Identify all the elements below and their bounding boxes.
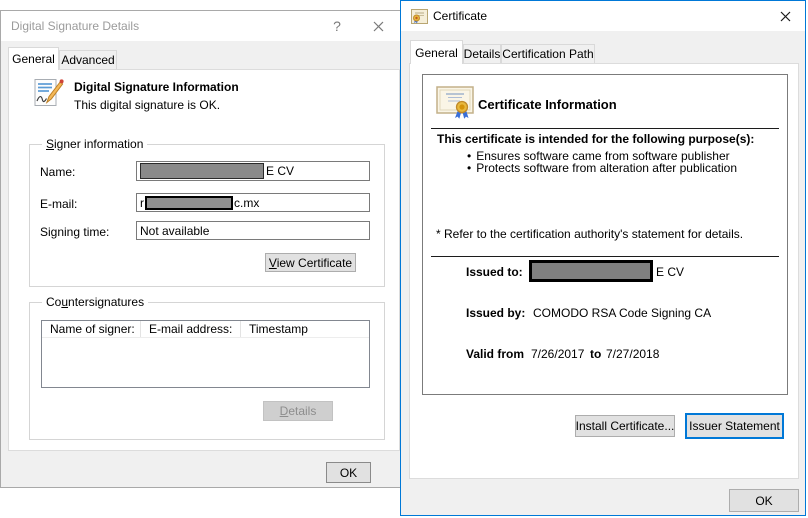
column-email-address[interactable]: E-mail address: xyxy=(141,321,241,337)
right-ok-button[interactable]: OK xyxy=(729,489,799,512)
details-button[interactable]: Details xyxy=(263,401,333,421)
refer-note: * Refer to the certification authority's… xyxy=(436,227,743,241)
certificate-icon-large xyxy=(436,86,474,120)
signer-information-label: Signer information xyxy=(42,137,147,151)
signing-time-field[interactable]: Not available xyxy=(136,221,370,240)
tab-certification-path-label: Certification Path xyxy=(502,47,593,61)
issued-to-redaction xyxy=(529,260,653,282)
countersignatures-group: Countersignatures Name of signer: E-mail… xyxy=(29,302,385,440)
view-certificate-label: View Certificate xyxy=(269,256,352,270)
signature-info-heading: Digital Signature Information xyxy=(74,80,239,94)
issued-by-label: Issued by: xyxy=(466,306,525,320)
right-dialog-title: Certificate xyxy=(433,9,487,23)
left-ok-button[interactable]: OK xyxy=(326,462,371,483)
tab-advanced[interactable]: Advanced xyxy=(59,50,117,70)
email-value-suffix: c.mx xyxy=(234,196,259,210)
tab-advanced-label: Advanced xyxy=(61,53,114,67)
issued-to-suffix: E CV xyxy=(656,265,684,279)
right-ok-label: OK xyxy=(755,494,772,508)
email-value-prefix: r xyxy=(140,196,144,210)
issued-by-value: COMODO RSA Code Signing CA xyxy=(533,306,711,320)
tab-general-label: General xyxy=(415,46,458,60)
digital-signature-details-dialog: Digital Signature Details ? General Adva… xyxy=(0,10,402,488)
name-field[interactable]: E CV xyxy=(136,161,370,181)
purpose-item: • Protects software from alteration after… xyxy=(467,161,737,175)
screen: Digital Signature Details ? General Adva… xyxy=(0,0,808,518)
valid-from-date: 7/26/2017 xyxy=(531,347,584,361)
close-button[interactable] xyxy=(359,11,397,41)
certificate-general-tabpage: Certificate Information This certificate… xyxy=(409,63,799,479)
details-label: Details xyxy=(280,404,317,418)
right-titlebar[interactable]: Certificate xyxy=(401,1,805,31)
close-icon xyxy=(373,21,384,32)
purposes-heading: This certificate is intended for the fol… xyxy=(437,132,754,146)
signing-time-label: Signing time: xyxy=(40,225,109,239)
issued-to-label: Issued to: xyxy=(466,265,523,279)
countersignatures-list[interactable]: Name of signer: E-mail address: Timestam… xyxy=(41,320,370,388)
tab-details-label: Details xyxy=(464,47,501,61)
tab-details[interactable]: Details xyxy=(463,44,501,64)
email-redaction xyxy=(145,196,233,210)
close-button[interactable] xyxy=(767,1,803,31)
separator xyxy=(431,256,779,257)
close-icon xyxy=(780,11,791,22)
name-redaction xyxy=(140,163,264,179)
view-certificate-button[interactable]: View Certificate xyxy=(265,253,356,272)
signature-status-text: This digital signature is OK. xyxy=(74,98,220,112)
valid-from-label: Valid from xyxy=(466,347,524,361)
name-label: Name: xyxy=(40,165,75,179)
valid-to-label: to xyxy=(590,347,601,361)
email-label: E-mail: xyxy=(40,197,77,211)
certificate-icon xyxy=(411,9,428,24)
left-ok-label: OK xyxy=(340,466,357,480)
tab-certification-path[interactable]: Certification Path xyxy=(501,44,595,64)
column-name-of-signer[interactable]: Name of signer: xyxy=(42,321,141,337)
digital-signature-tabpage: Digital Signature Information This digit… xyxy=(8,69,400,451)
signing-time-value: Not available xyxy=(140,224,209,238)
issuer-statement-button[interactable]: Issuer Statement xyxy=(685,413,784,439)
install-certificate-button[interactable]: Install Certificate... xyxy=(575,415,675,437)
left-dialog-title: Digital Signature Details xyxy=(11,19,139,33)
tab-general-label: General xyxy=(12,52,55,66)
valid-to-date: 7/27/2018 xyxy=(606,347,659,361)
purpose-text: Protects software from alteration after … xyxy=(476,161,737,175)
tab-general[interactable]: General xyxy=(8,47,59,70)
email-field[interactable]: r c.mx xyxy=(136,193,370,212)
tab-general[interactable]: General xyxy=(410,40,463,64)
issuer-statement-label: Issuer Statement xyxy=(689,419,780,433)
certificate-information-heading: Certificate Information xyxy=(478,97,617,112)
bullet-icon: • xyxy=(467,161,471,175)
name-value-suffix: E CV xyxy=(266,164,294,178)
help-button[interactable]: ? xyxy=(321,11,353,41)
install-certificate-label: Install Certificate... xyxy=(576,419,675,433)
separator xyxy=(431,128,779,129)
certificate-info-panel: Certificate Information This certificate… xyxy=(422,74,788,395)
help-icon: ? xyxy=(333,18,341,34)
countersignatures-label: Countersignatures xyxy=(42,295,148,309)
digital-signature-icon xyxy=(34,78,64,108)
column-timestamp[interactable]: Timestamp xyxy=(241,321,369,337)
countersignatures-header: Name of signer: E-mail address: Timestam… xyxy=(42,321,369,338)
signer-information-group: Signer information Name: E CV E-mail: r … xyxy=(29,144,385,287)
left-titlebar[interactable]: Digital Signature Details ? xyxy=(1,11,401,41)
certificate-dialog: Certificate General Details Certificatio… xyxy=(400,0,806,516)
